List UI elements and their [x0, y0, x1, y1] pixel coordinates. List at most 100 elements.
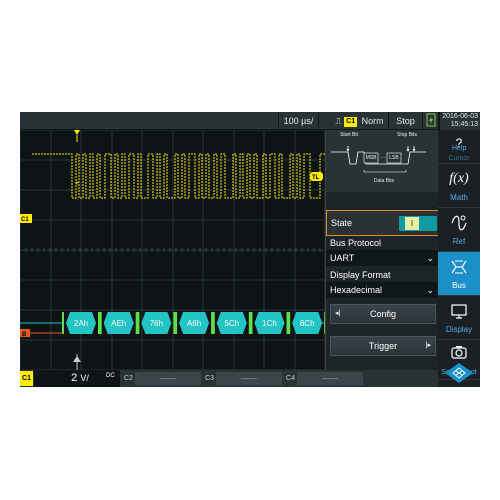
trigger-button[interactable]: Trigger |▸ — [330, 336, 436, 356]
ch1-scale-box[interactable]: 2 V/ DC — [34, 370, 120, 387]
frame-label: 5Ch — [224, 319, 239, 328]
bus-frame: AEh — [99, 312, 138, 334]
bus-frame: 2Ah — [62, 312, 100, 334]
chevron-down-icon: ⌄ — [426, 285, 434, 295]
frame-label: 76h — [150, 319, 163, 328]
ch1-coupling: DC — [106, 373, 115, 379]
math-label: Math — [450, 193, 468, 202]
display-label: Display — [445, 325, 473, 334]
rohde-schwarz-logo — [445, 363, 473, 383]
config-button[interactable]: ◂| Config — [330, 304, 436, 324]
menu-display[interactable]: Display — [438, 296, 480, 340]
channel-bar: C1 2 V/ DC C2 —— C3 —— C4 —— — [20, 370, 438, 387]
trigger-edge-icon: ⎍ — [335, 116, 342, 126]
waveform-area[interactable]: 2Ah AEh 76h A6h 5Ch 1Ch 8Ch C1 B TL + — [20, 130, 325, 370]
cursor-label-partial: Cursor — [448, 155, 470, 162]
ch1-scale-unit: V/ — [80, 373, 89, 383]
timebase-readout[interactable]: 100 µs/ — [278, 112, 318, 130]
ch4-tag[interactable]: C4 — [284, 371, 297, 386]
date-text: 2016-06-03 — [442, 113, 478, 120]
display-format-label: Display Format — [330, 270, 391, 280]
uart-frame-diagram: Start Bit Stop Bits MSB ··· LSB Data Bit… — [326, 130, 439, 192]
oscilloscope-screen: 100 µs/ ⎍ C1 Norm Stop 2016-06-03 15:45:… — [20, 112, 480, 387]
ch1-trace — [32, 153, 325, 199]
bus-frame: 1Ch — [250, 312, 289, 334]
state-label: State — [331, 218, 353, 228]
back-arrow-icon: ◂| — [335, 310, 341, 317]
frame-label: 8Ch — [300, 319, 315, 328]
forward-arrow-icon: |▸ — [425, 342, 431, 349]
config-button-label: Config — [369, 309, 396, 319]
time-text: 15:45:13 — [450, 121, 478, 128]
bus-protocol-label: Bus Protocol — [330, 238, 382, 248]
monitor-icon — [438, 302, 480, 324]
bus-frame: 8Ch — [288, 312, 325, 334]
start-bit-mark — [175, 312, 178, 334]
battery-icon — [422, 112, 438, 130]
msb-label: MSB — [365, 155, 377, 161]
function-icon: f(x) — [449, 171, 469, 186]
run-stop-button[interactable]: Stop — [388, 112, 422, 130]
start-bit-mark — [99, 312, 102, 334]
trigger-mode: Norm — [361, 116, 384, 126]
ch1-scale: 2 V/ — [50, 370, 110, 387]
frame-label: A6h — [187, 319, 201, 328]
state-row: State I — [326, 210, 439, 236]
state-toggle[interactable]: I — [399, 216, 437, 231]
bus-frame: A6h — [175, 312, 214, 334]
bus-icon — [438, 258, 480, 280]
trigger-channel-tag: C1 — [344, 116, 358, 127]
ch1-tag[interactable]: C1 — [20, 371, 33, 386]
stop-bits-label: Stop Bits — [396, 132, 417, 138]
side-menu: ? Help Cursor f(x) Math Ref Bus Display — [438, 130, 480, 387]
menu-help[interactable]: ? Help Cursor — [438, 130, 480, 164]
menu-bus[interactable]: Bus — [438, 252, 480, 296]
frame-label: 2Ah — [74, 319, 88, 328]
camera-icon — [438, 344, 480, 364]
start-bit-mark — [288, 312, 291, 334]
stop-bit-mark — [173, 312, 176, 334]
start-bit-mark — [62, 312, 64, 334]
trigger-button-label: Trigger — [368, 341, 398, 351]
start-bit-mark — [137, 312, 140, 334]
ch3-tag[interactable]: C3 — [203, 371, 216, 386]
start-bit-mark — [212, 312, 215, 334]
start-bit-label: Start Bit — [340, 132, 358, 138]
ch2-scale[interactable]: —— — [135, 372, 201, 385]
ch2-tag[interactable]: C2 — [122, 371, 135, 386]
display-format-value: Hexadecimal — [330, 285, 383, 295]
display-format-select[interactable]: Hexadecimal ⌄ — [326, 282, 439, 298]
trigger-level-text: TL — [312, 175, 320, 181]
stop-bit-mark — [135, 312, 138, 334]
bus-offset-text: B — [22, 332, 27, 338]
trigger-position-marker — [74, 130, 80, 135]
bus-label: Bus — [452, 281, 466, 290]
ref-label: Ref — [452, 237, 466, 246]
menu-math[interactable]: f(x) Math — [438, 164, 480, 208]
ch1-waveform — [32, 153, 325, 199]
reference-waveform-icon — [438, 214, 480, 236]
help-label: Help — [452, 145, 467, 152]
status-bar: 100 µs/ ⎍ C1 Norm Stop — [20, 112, 438, 130]
trigger-point-marker: + — [75, 180, 79, 187]
bus-decode-frames: 2Ah AEh 76h A6h 5Ch 1Ch 8Ch — [62, 312, 325, 334]
frame-label: AEh — [111, 319, 126, 328]
frame-label: 1Ch — [262, 319, 277, 328]
bus-frame: 5Ch — [212, 312, 251, 334]
lsb-label: LSB — [389, 155, 399, 161]
ch1-level-text: C1 — [21, 217, 29, 223]
data-bits-label: Data Bits — [373, 178, 395, 184]
bus-protocol-value: UART — [330, 253, 355, 263]
bus-frame: 76h — [137, 312, 176, 334]
bus-config-panel: Start Bit Stop Bits MSB ··· LSB Data Bit… — [325, 130, 439, 370]
menu-ref[interactable]: Ref — [438, 208, 480, 252]
start-bit-mark — [250, 312, 253, 334]
dots-label: ··· — [380, 155, 385, 161]
ch3-scale[interactable]: —— — [216, 372, 282, 385]
trigger-bottom-marker — [73, 356, 81, 362]
datetime-readout: 2016-06-03 15:45:13 — [440, 112, 480, 130]
bus-protocol-select[interactable]: UART ⌄ — [326, 250, 439, 266]
chevron-down-icon: ⌄ — [426, 253, 434, 263]
ch4-scale[interactable]: —— — [297, 372, 363, 385]
state-toggle-knob: I — [405, 217, 419, 230]
